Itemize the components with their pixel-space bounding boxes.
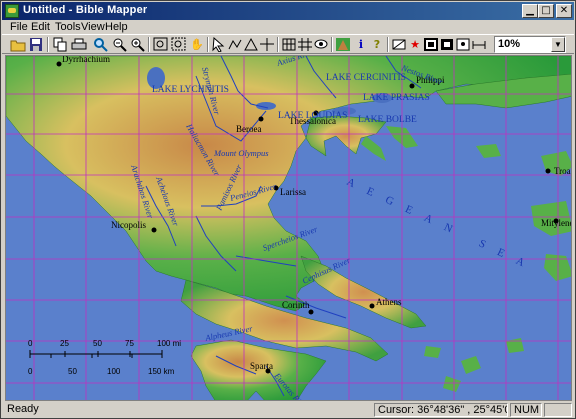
scale-km-0: 0 bbox=[28, 367, 33, 376]
city-dot-beroea bbox=[258, 116, 264, 122]
select-arrow-icon[interactable] bbox=[211, 36, 227, 53]
label-athens: Athens bbox=[376, 297, 402, 307]
label-troas: Troas bbox=[554, 166, 572, 176]
map-svg: Dyrrhachium Philippi Thessalonica Beroea… bbox=[6, 56, 572, 400]
save-icon[interactable] bbox=[28, 37, 44, 52]
zoom-box-icon[interactable] bbox=[153, 37, 169, 52]
city-dot-dyrrhachium bbox=[56, 61, 62, 67]
close-button[interactable]: ✕ bbox=[556, 4, 572, 18]
status-num-lock: NUM bbox=[510, 403, 542, 417]
status-cursor-position: Cursor: 36°48'36" , 25°45'0" bbox=[374, 403, 508, 417]
scale-mi-75: 75 bbox=[125, 339, 134, 348]
scale-icon[interactable] bbox=[471, 37, 487, 52]
label-lake-loudias: LAKE LOUDIAS bbox=[278, 111, 347, 121]
maximize-button[interactable]: □ bbox=[538, 4, 554, 18]
menu-file[interactable]: File bbox=[10, 21, 28, 33]
zoom-in-icon[interactable] bbox=[130, 37, 146, 52]
chevron-down-icon[interactable]: ▼ bbox=[551, 37, 565, 52]
polyline-icon[interactable] bbox=[227, 37, 243, 52]
graticule-icon[interactable] bbox=[297, 37, 313, 52]
polygon-icon[interactable] bbox=[243, 37, 259, 52]
label-nicopolis: Nicopolis bbox=[111, 220, 146, 230]
menu-help[interactable]: Help bbox=[105, 21, 128, 33]
menu-edit[interactable]: Edit bbox=[31, 21, 50, 33]
mountain-icon[interactable] bbox=[335, 37, 351, 52]
city-dot-nicopolis bbox=[151, 227, 157, 233]
label-lake-bolbe: LAKE BOLBE bbox=[358, 115, 417, 125]
toolbar: ✋ i ? ★ 10% ▼ bbox=[2, 34, 574, 54]
city-dot-corinth bbox=[308, 309, 314, 315]
minimize-button[interactable]: ▁ bbox=[522, 4, 538, 18]
zoom-region-icon[interactable] bbox=[171, 37, 187, 52]
label-lake-lychnitis: LAKE LYCHNITIS bbox=[152, 85, 229, 95]
status-bar: Ready Cursor: 36°48'36" , 25°45'0" NUM bbox=[2, 402, 574, 418]
status-message: Ready bbox=[7, 403, 39, 415]
frame-icon[interactable] bbox=[423, 37, 439, 52]
scale-mi-25: 25 bbox=[60, 339, 69, 348]
label-mount-olympus: Mount Olympus bbox=[213, 148, 269, 158]
city-dot-athens bbox=[369, 303, 375, 309]
zoom-select[interactable]: 10% ▼ bbox=[494, 36, 566, 53]
label-sparta: Sparta bbox=[250, 361, 273, 371]
pan-hand-icon[interactable]: ✋ bbox=[189, 37, 205, 52]
info-icon[interactable]: i bbox=[353, 37, 369, 52]
map-canvas[interactable]: Dyrrhachium Philippi Thessalonica Beroea… bbox=[5, 55, 572, 401]
title-bar[interactable]: Untitled - Bible Mapper ▁ □ ✕ bbox=[2, 2, 574, 20]
scale-mi-0: 0 bbox=[28, 339, 33, 348]
crosshair-icon[interactable] bbox=[259, 37, 275, 52]
menu-view[interactable]: View bbox=[81, 21, 105, 33]
label-larissa: Larissa bbox=[280, 187, 306, 197]
help-icon[interactable]: ? bbox=[369, 37, 385, 52]
window-title: Untitled - Bible Mapper bbox=[23, 4, 148, 16]
scale-km-150: 150 km bbox=[148, 367, 175, 376]
scale-mi-100: 100 mi bbox=[157, 339, 181, 348]
grid-icon[interactable] bbox=[281, 37, 297, 52]
copy-icon[interactable] bbox=[52, 37, 68, 52]
zoom-out-icon[interactable] bbox=[112, 37, 128, 52]
eye-icon[interactable] bbox=[313, 37, 329, 52]
label-lake-cercinitis: LAKE CERCINITIS bbox=[326, 73, 406, 83]
label-lake-prasias: LAKE PRASIAS bbox=[363, 93, 430, 103]
scale-mi-50: 50 bbox=[93, 339, 102, 348]
legend-icon[interactable] bbox=[455, 37, 471, 52]
status-blank-panel bbox=[544, 403, 572, 417]
menu-bar: File Edit Tools View Help bbox=[2, 20, 574, 34]
city-dot-troas bbox=[545, 168, 551, 174]
print-icon[interactable] bbox=[71, 37, 87, 52]
search-icon[interactable] bbox=[93, 37, 109, 52]
app-logo-icon bbox=[5, 4, 19, 18]
menu-tools[interactable]: Tools bbox=[55, 21, 81, 33]
scale-km-50: 50 bbox=[68, 367, 77, 376]
scale-km-100: 100 bbox=[107, 367, 121, 376]
zoom-value: 10% bbox=[498, 38, 521, 50]
label-dyrrhachium: Dyrrhachium bbox=[62, 56, 110, 64]
label-beroea: Beroea bbox=[236, 124, 261, 134]
lens-icon[interactable] bbox=[391, 37, 407, 52]
app-window: Untitled - Bible Mapper ▁ □ ✕ File Edit … bbox=[0, 0, 576, 419]
star-icon[interactable]: ★ bbox=[407, 37, 423, 52]
open-folder-icon[interactable] bbox=[10, 37, 26, 52]
label-corinth: Corinth bbox=[282, 300, 310, 310]
frame-filled-icon[interactable] bbox=[439, 37, 455, 52]
label-mitylene: Mitylene bbox=[541, 218, 572, 228]
city-dot-philippi bbox=[409, 83, 415, 89]
